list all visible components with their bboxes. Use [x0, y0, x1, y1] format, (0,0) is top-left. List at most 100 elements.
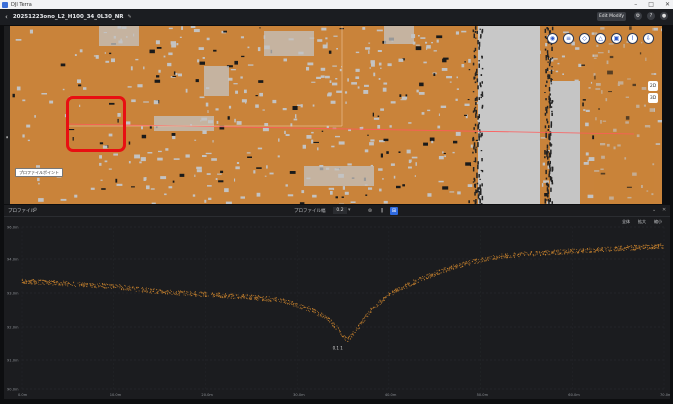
map-pin-icon[interactable]: ◉: [547, 33, 558, 44]
profile-point: [269, 299, 270, 301]
profile-point: [225, 293, 226, 294]
export-icon[interactable]: ⇩: [643, 33, 654, 44]
profile-point: [375, 306, 377, 308]
profile-point: [257, 296, 259, 298]
help-icon[interactable]: ?: [647, 12, 655, 20]
profile-point: [523, 255, 525, 257]
profile-point: [401, 287, 403, 289]
layers-icon[interactable]: ≡: [563, 33, 574, 44]
rename-pencil-icon[interactable]: ✎: [128, 14, 132, 20]
profile-point: [651, 244, 653, 246]
profile-panel: プロファイル ⚙ プロファイル幅 0.2 ▾ ⊜ ⫼ ⊞ ⌄ ✕ 全体 拡大 縮…: [4, 205, 670, 399]
profile-point: [474, 258, 476, 260]
profile-point: [83, 283, 85, 285]
profile-width-input[interactable]: 0.2: [333, 207, 347, 214]
profile-point: [268, 300, 269, 302]
profile-point: [178, 292, 180, 294]
measure-icon[interactable]: ◇: [579, 33, 590, 44]
profile-point: [637, 245, 639, 247]
profile-point: [315, 309, 317, 311]
profile-point: [183, 290, 185, 292]
profile-point: [605, 250, 607, 252]
profile-point: [28, 283, 30, 284]
collapse-icon[interactable]: ⌄: [652, 207, 656, 213]
profile-tool-icon[interactable]: ⌇: [627, 33, 638, 44]
edit-modify-button[interactable]: Edit Modify: [597, 12, 626, 21]
profile-point: [50, 281, 52, 283]
profile-point: [30, 281, 32, 283]
profile-point: [368, 313, 370, 315]
filter-icon[interactable]: ⊜: [366, 207, 374, 215]
view-3d-button[interactable]: 3D: [648, 93, 658, 103]
point-cloud-viewport[interactable]: ◉ ≡ ◇ △ ▣ ⌇ ⇩ 2D 3D プロファイルポイント: [4, 26, 662, 204]
profile-point: [426, 274, 428, 276]
profile-point: [271, 297, 273, 299]
profile-point: [509, 256, 511, 258]
profile-chart-svg[interactable]: 96.0m 94.0m 93.0m 92.0m 91.0m 90.0m0.0m 10.0m 2…: [4, 219, 670, 399]
user-avatar-icon[interactable]: ●: [660, 12, 668, 20]
profile-point: [424, 276, 426, 278]
profile-point: [142, 287, 144, 288]
profile-point: [406, 284, 408, 286]
profile-point: [639, 247, 641, 249]
profile-point: [228, 296, 229, 298]
profile-point: [235, 294, 237, 296]
grid-view-icon[interactable]: ⊞: [390, 207, 398, 215]
profile-point: [636, 246, 638, 248]
profile-point: [66, 281, 68, 282]
chevron-down-icon[interactable]: ▾: [348, 207, 351, 213]
panel-close-icon[interactable]: ✕: [662, 207, 666, 213]
profile-point: [91, 286, 93, 288]
annotation-icon[interactable]: △: [595, 33, 606, 44]
profile-point: [124, 285, 126, 287]
profile-point: [158, 289, 160, 291]
profile-point: [257, 295, 259, 297]
profile-point: [38, 279, 40, 281]
camera-icon[interactable]: ▣: [611, 33, 622, 44]
bare-patch-1: [264, 31, 314, 56]
profile-point: [167, 293, 168, 294]
profile-point: [161, 291, 163, 293]
profile-point: [308, 306, 310, 308]
settings-gear-icon[interactable]: ⚙: [634, 12, 642, 20]
profile-point: [245, 296, 247, 298]
profile-point: [104, 283, 106, 285]
minimize-icon[interactable]: –: [634, 1, 637, 8]
maximize-icon[interactable]: □: [648, 1, 654, 8]
profile-point: [131, 287, 133, 289]
profile-point: [379, 304, 381, 306]
profile-point: [407, 284, 409, 286]
profile-settings-icon[interactable]: ⚙: [33, 207, 37, 213]
profile-point: [518, 253, 520, 255]
chart-type-icon[interactable]: ⫼: [378, 207, 386, 215]
profile-point: [522, 253, 524, 255]
profile-point: [321, 312, 323, 314]
profile-point: [110, 288, 112, 289]
profile-point: [306, 307, 308, 309]
profile-point: [308, 310, 310, 311]
profile-point: [217, 292, 219, 294]
profile-point: [141, 291, 143, 293]
close-icon[interactable]: ✕: [665, 1, 670, 8]
profile-point: [99, 284, 101, 286]
profile-point: [49, 280, 50, 282]
profile-point: [493, 255, 495, 257]
profile-point: [132, 286, 134, 288]
profile-chart[interactable]: 96.0m 94.0m 93.0m 92.0m 91.0m 90.0m 0.0m 10.0m 2…: [4, 219, 670, 399]
profile-point: [171, 291, 172, 292]
back-arrow-icon[interactable]: ‹: [5, 13, 8, 21]
profile-point: [330, 323, 332, 325]
profile-point: [264, 298, 266, 300]
profile-point: [249, 297, 251, 299]
profile-point: [178, 291, 180, 292]
profile-point: [507, 256, 508, 258]
profile-point: [615, 246, 617, 248]
profile-point: [250, 299, 252, 300]
profile-point: [217, 293, 219, 295]
profile-point: [545, 251, 547, 253]
profile-point: [283, 302, 285, 303]
profile-point: [555, 253, 557, 255]
profile-point: [21, 279, 23, 281]
profile-point: [490, 256, 492, 258]
view-2d-button[interactable]: 2D: [648, 81, 658, 91]
